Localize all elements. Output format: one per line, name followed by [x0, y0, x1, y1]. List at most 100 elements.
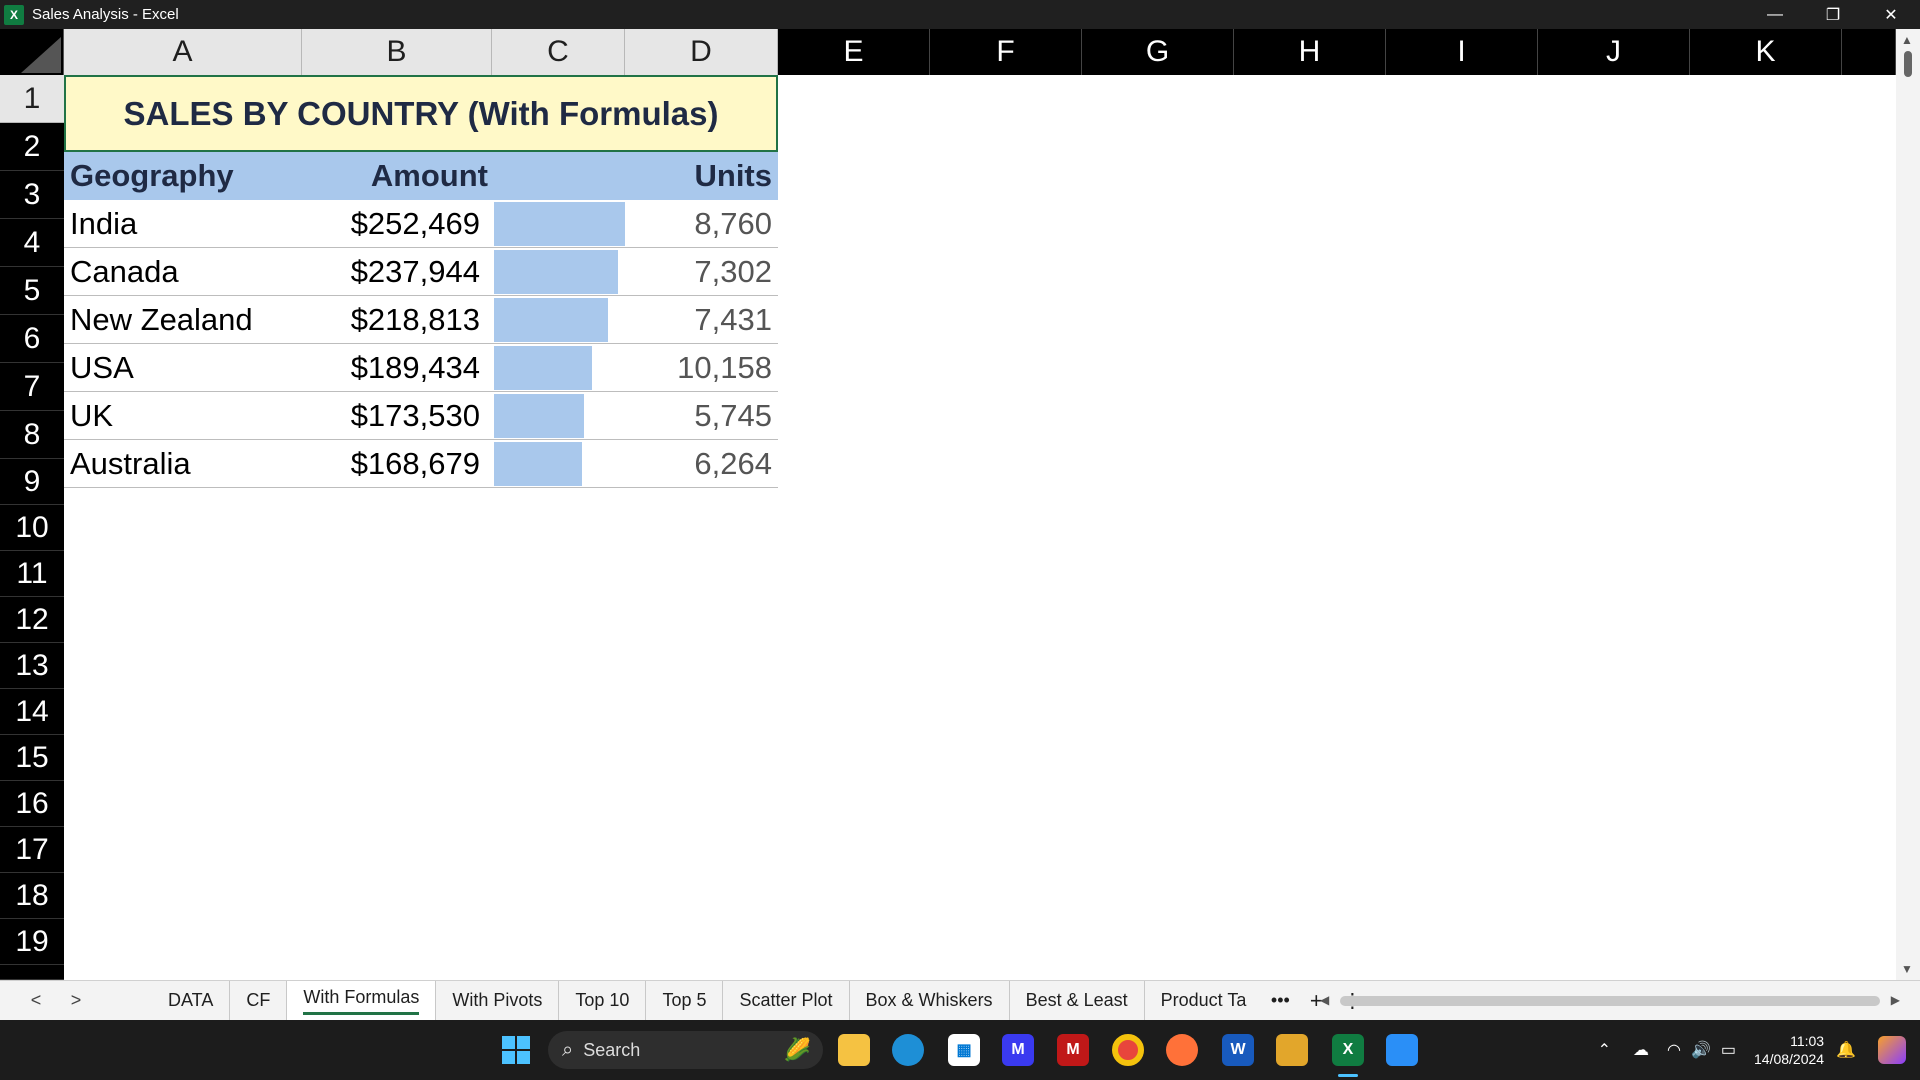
- cell-amount[interactable]: $252,469: [302, 200, 480, 247]
- cell-units[interactable]: 7,302: [625, 248, 772, 295]
- cell-units[interactable]: 5,745: [625, 392, 772, 439]
- wifi-icon[interactable]: ◠: [1667, 1040, 1681, 1060]
- row-header-10[interactable]: 10: [0, 505, 64, 551]
- onedrive-icon[interactable]: ☁: [1633, 1040, 1649, 1060]
- column-header-i[interactable]: I: [1386, 29, 1538, 75]
- active-app-indicator: [1338, 1074, 1358, 1077]
- tab-data[interactable]: DATA: [152, 980, 231, 1021]
- column-header-h[interactable]: H: [1234, 29, 1386, 75]
- app-icon[interactable]: M: [1002, 1034, 1034, 1066]
- header-units[interactable]: Units: [625, 152, 773, 200]
- tab-with-pivots[interactable]: With Pivots: [436, 980, 560, 1021]
- row-header-7[interactable]: 7: [0, 363, 64, 411]
- mcafee-icon[interactable]: M: [1057, 1034, 1089, 1066]
- battery-icon[interactable]: ▭: [1721, 1040, 1736, 1060]
- cell-units[interactable]: 8,760: [625, 200, 772, 247]
- cell-geography[interactable]: USA: [70, 344, 295, 391]
- column-header-g[interactable]: G: [1082, 29, 1234, 75]
- column-header-j[interactable]: J: [1538, 29, 1690, 75]
- close-button[interactable]: ✕: [1862, 0, 1920, 29]
- tab-top-10[interactable]: Top 10: [559, 980, 647, 1021]
- header-geography[interactable]: Geography: [70, 152, 290, 200]
- copilot-icon[interactable]: [1878, 1036, 1906, 1064]
- horizontal-scroll-thumb[interactable]: [1340, 996, 1880, 1006]
- row-header-9[interactable]: 9: [0, 459, 64, 505]
- cell-units[interactable]: 6,264: [625, 440, 772, 487]
- tab-scroll-left-icon[interactable]: <: [16, 990, 56, 1011]
- cell-units[interactable]: 10,158: [625, 344, 772, 391]
- row-header-17[interactable]: 17: [0, 827, 64, 873]
- restore-button[interactable]: ❐: [1804, 0, 1862, 29]
- clock[interactable]: 11:03 14/08/2024: [1754, 1032, 1824, 1068]
- tab-scatter-plot[interactable]: Scatter Plot: [723, 980, 850, 1021]
- column-header-b[interactable]: B: [302, 29, 492, 75]
- edge-icon[interactable]: [892, 1034, 924, 1066]
- cell-geography[interactable]: Australia: [70, 440, 295, 487]
- notification-bell-icon[interactable]: 🔔: [1836, 1040, 1856, 1060]
- taskbar-search-box[interactable]: ⌕ Search 🌽: [548, 1031, 823, 1069]
- row-header-15[interactable]: 15: [0, 735, 64, 781]
- row-header-2[interactable]: 2: [0, 123, 64, 171]
- excel-icon[interactable]: X: [1332, 1034, 1364, 1066]
- horizontal-scrollbar[interactable]: ◀ ▶: [1320, 993, 1900, 1007]
- vertical-scrollbar[interactable]: ▲ ▼: [1896, 29, 1920, 980]
- tab-with-formulas[interactable]: With Formulas: [287, 980, 437, 1021]
- sheet-title-cell[interactable]: SALES BY COUNTRY (With Formulas): [64, 75, 778, 152]
- row-header-4[interactable]: 4: [0, 219, 64, 267]
- scroll-up-icon[interactable]: ▲: [1901, 33, 1913, 47]
- cell-geography[interactable]: Canada: [70, 248, 295, 295]
- row-header-3[interactable]: 3: [0, 171, 64, 219]
- tab-box-whiskers[interactable]: Box & Whiskers: [850, 980, 1010, 1021]
- column-header-k[interactable]: K: [1690, 29, 1842, 75]
- cell-units[interactable]: 7,431: [625, 296, 772, 343]
- photos-icon[interactable]: [1386, 1034, 1418, 1066]
- scroll-down-icon[interactable]: ▼: [1901, 962, 1913, 976]
- column-header-d[interactable]: D: [625, 29, 778, 75]
- row-header-18[interactable]: 18: [0, 873, 64, 919]
- snip-icon[interactable]: [1276, 1034, 1308, 1066]
- spreadsheet-grid[interactable]: A B C D E F G H I J K 1 2 3 4 5 6 7 8 9 …: [0, 29, 1920, 980]
- column-header-a[interactable]: A: [64, 29, 302, 75]
- cell-amount[interactable]: $218,813: [302, 296, 480, 343]
- tab-best-least[interactable]: Best & Least: [1010, 980, 1145, 1021]
- tab-top-5[interactable]: Top 5: [646, 980, 724, 1021]
- cell-geography[interactable]: New Zealand: [70, 296, 295, 343]
- minimize-button[interactable]: —: [1746, 0, 1804, 29]
- firefox-icon[interactable]: [1166, 1034, 1198, 1066]
- column-header-f[interactable]: F: [930, 29, 1082, 75]
- tab-product-table[interactable]: Product Ta: [1145, 981, 1263, 1021]
- more-tabs-icon[interactable]: •••: [1262, 990, 1298, 1011]
- cell-geography[interactable]: UK: [70, 392, 295, 439]
- column-header-c[interactable]: C: [492, 29, 625, 75]
- row-header-6[interactable]: 6: [0, 315, 64, 363]
- select-all-corner[interactable]: [0, 29, 64, 75]
- volume-icon[interactable]: 🔊: [1691, 1040, 1711, 1060]
- header-amount[interactable]: Amount: [302, 152, 488, 200]
- store-icon[interactable]: ▦: [948, 1034, 980, 1066]
- chrome-icon[interactable]: [1112, 1034, 1144, 1066]
- cell-amount[interactable]: $173,530: [302, 392, 480, 439]
- row-header-8[interactable]: 8: [0, 411, 64, 459]
- column-header-e[interactable]: E: [778, 29, 930, 75]
- tab-cf[interactable]: CF: [230, 980, 288, 1021]
- row-header-11[interactable]: 11: [0, 551, 64, 597]
- cell-amount[interactable]: $189,434: [302, 344, 480, 391]
- scroll-left-icon[interactable]: ◀: [1320, 993, 1329, 1007]
- cell-geography[interactable]: India: [70, 200, 295, 247]
- scroll-right-icon[interactable]: ▶: [1891, 993, 1900, 1007]
- cell-amount[interactable]: $237,944: [302, 248, 480, 295]
- row-header-1[interactable]: 1: [0, 75, 64, 123]
- row-header-14[interactable]: 14: [0, 689, 64, 735]
- show-hidden-icons-icon[interactable]: ⌃: [1598, 1040, 1611, 1060]
- windows-start-icon[interactable]: [500, 1034, 532, 1066]
- row-header-16[interactable]: 16: [0, 781, 64, 827]
- row-header-5[interactable]: 5: [0, 267, 64, 315]
- vertical-scroll-thumb[interactable]: [1904, 51, 1912, 77]
- file-explorer-icon[interactable]: [838, 1034, 870, 1066]
- word-icon[interactable]: W: [1222, 1034, 1254, 1066]
- row-header-19[interactable]: 19: [0, 919, 64, 965]
- tab-scroll-right-icon[interactable]: >: [56, 990, 96, 1011]
- row-header-13[interactable]: 13: [0, 643, 64, 689]
- row-header-12[interactable]: 12: [0, 597, 64, 643]
- cell-amount[interactable]: $168,679: [302, 440, 480, 487]
